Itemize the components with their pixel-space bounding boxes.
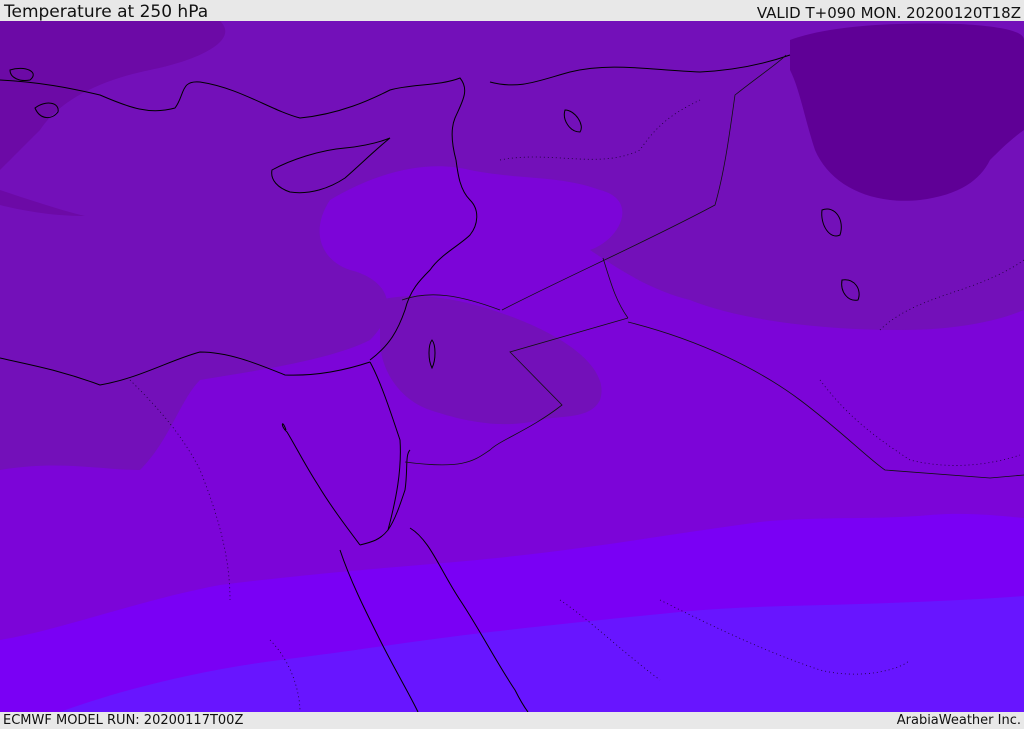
- map-title: Temperature at 250 hPa: [4, 2, 209, 22]
- valid-time: VALID T+090 MON. 20200120T18Z: [756, 4, 1021, 22]
- footer-bar: ECMWF MODEL RUN: 20200117T00Z ArabiaWeat…: [0, 712, 1024, 729]
- model-run-label: ECMWF MODEL RUN: 20200117T00Z: [3, 713, 244, 728]
- temperature-map-svg: [0, 21, 1024, 712]
- header-bar: Temperature at 250 hPa VALID T+090 MON. …: [0, 0, 1024, 21]
- credit-label: ArabiaWeather Inc.: [896, 713, 1021, 728]
- weather-map: [0, 21, 1024, 712]
